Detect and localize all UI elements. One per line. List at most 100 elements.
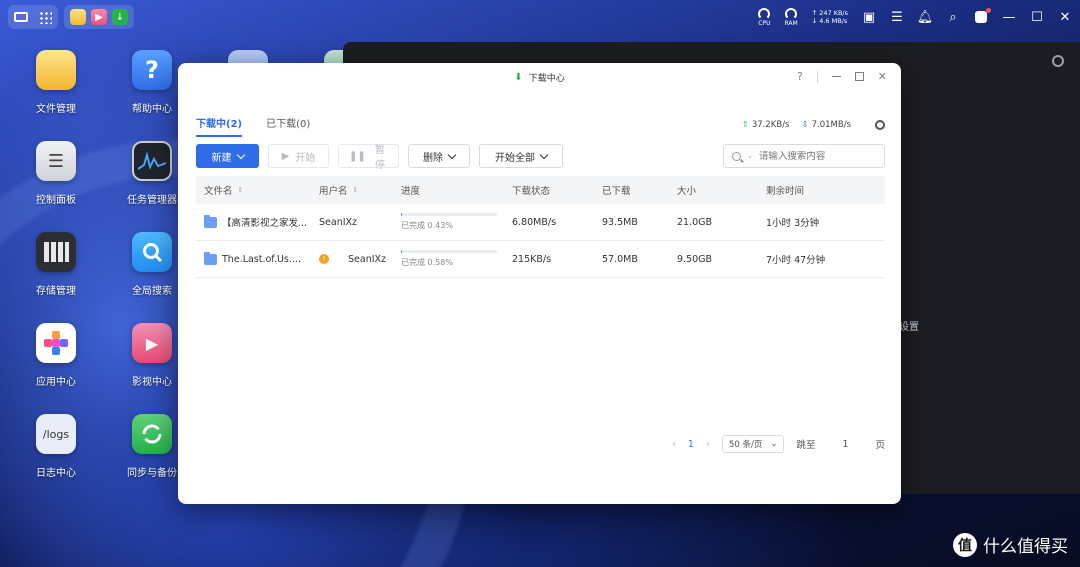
settings-list-icon[interactable]: ☰ [890, 10, 904, 25]
question-icon: ? [132, 50, 172, 90]
prev-page-icon[interactable]: ‹ [672, 439, 676, 450]
minimize-all-icon[interactable]: — [1002, 10, 1016, 25]
background-window-text: 设置 [899, 322, 919, 333]
taskbar-video-center-icon[interactable]: ▶ [91, 9, 107, 25]
chevron-down-icon: ⌄ [770, 439, 778, 449]
desktop-icon-control-panel[interactable]: ☰ 控制面板 [16, 141, 96, 206]
help-button[interactable]: ? [797, 70, 803, 83]
taskbar-file-manager-icon[interactable] [70, 9, 86, 25]
cpu-gauge-icon [758, 7, 771, 20]
upload-arrow-icon: ⇧ [741, 120, 749, 130]
maximize-button[interactable] [854, 72, 864, 81]
page-size-select[interactable]: 50 条/页 ⌄ [721, 435, 785, 453]
header-label: 用户名 [319, 186, 348, 197]
watermark: 值 什么值得买 [953, 532, 1068, 557]
file-name: The.Last.of.Us.... [222, 253, 301, 265]
progress-bar: 已完成 0.58% [401, 250, 497, 268]
divider [816, 70, 818, 83]
column-header-user[interactable]: 用户名 ⇕ [319, 183, 401, 197]
start-all-button[interactable]: 开始全部 [479, 144, 563, 168]
speed-summary: ⇧ 37.2KB/s ⇩ 7.01MB/s [742, 120, 885, 130]
desktop-switch[interactable] [8, 5, 58, 29]
network-speed[interactable]: ↑ 247 KB/s ↓ 4.6 MB/s [812, 9, 848, 25]
search-icon[interactable]: ⌕ [946, 10, 960, 25]
maximize-icon[interactable]: ☐ [1030, 10, 1044, 25]
close-button[interactable]: ✕ [878, 70, 887, 83]
progress-text: 已完成 0.58% [401, 258, 453, 267]
warning-icon[interactable]: ! [319, 254, 329, 264]
search-input[interactable] [758, 150, 869, 162]
sliders-icon: ☰ [36, 141, 76, 181]
taskbar-download-center-icon[interactable]: ↓ [112, 9, 128, 25]
next-page-icon[interactable]: › [706, 439, 710, 450]
page-number-current[interactable]: 1 [688, 439, 694, 450]
show-desktop-icon[interactable] [14, 12, 28, 22]
tab-downloading[interactable]: 下载中(2) [196, 115, 243, 137]
account-card-icon[interactable]: ▣ [862, 10, 876, 25]
notification-bell-icon[interactable]: 🔔︎ [917, 10, 934, 25]
start-button-label: 开始 [295, 152, 316, 164]
settings-gear-icon[interactable] [875, 120, 885, 130]
download-center-window: ⬇ 下载中心 ? ✕ 下载中(2) 已下载(0) ⇧ 37.2KB/s ⇩ 7.01… [178, 63, 901, 504]
search-field[interactable]: ⌄ [723, 144, 885, 168]
window-title: 下载中心 [528, 73, 565, 84]
new-button[interactable]: 新建 [196, 144, 259, 168]
column-header-remaining: 剩余时间 [766, 183, 885, 197]
desktop-icon-log-center[interactable]: /logs 日志中心 [16, 414, 96, 479]
table-row[interactable]: The.Last.of.Us.... ! SeanIXz 已完成 0.58% 21… [196, 241, 885, 278]
window-titlebar[interactable]: ⬇ 下载中心 ? ✕ [178, 63, 901, 91]
chevron-down-icon [539, 150, 549, 159]
ram-gauge[interactable]: RAM [784, 7, 798, 27]
cpu-gauge[interactable]: CPU [758, 7, 771, 27]
search-icon[interactable] [1052, 55, 1064, 67]
delete-button-label: 删除 [423, 152, 443, 164]
user-avatar-icon[interactable] [974, 8, 991, 24]
goto-label: 跳至 [796, 440, 816, 451]
net-up-speed: ↑ 247 KB/s [811, 9, 848, 17]
table-row[interactable]: 【高清影视之家发... SeanIXz 已完成 0.43% 6.80MB/s 9… [196, 204, 885, 241]
user-name: SeanIXz [319, 216, 358, 228]
user-name: SeanIXz [348, 253, 387, 265]
progress-text: 已完成 0.43% [401, 221, 453, 230]
desktop-icon-file-manager[interactable]: 文件管理 [16, 50, 96, 115]
start-all-button-label: 开始全部 [495, 152, 535, 164]
start-button[interactable]: ▶ 开始 [268, 144, 329, 168]
close-icon[interactable]: ✕ [1058, 10, 1072, 25]
storage-drives-icon [36, 232, 76, 272]
chevron-down-icon [447, 150, 457, 159]
desktop-icon-app-center[interactable]: 应用中心 [16, 323, 96, 388]
apps-grid-icon[interactable] [39, 10, 52, 24]
download-icon: ⬇ [514, 71, 523, 83]
folder-icon [204, 251, 217, 265]
pause-button[interactable]: ❚❚ 暂停 [338, 144, 399, 171]
sort-icon[interactable]: ⇕ [353, 186, 359, 194]
page-unit-label: 页 [875, 440, 885, 451]
column-header-filename[interactable]: 文件名 ⇕ [196, 183, 319, 197]
desktop-icon-label: 影视中心 [132, 377, 172, 388]
watermark-logo: 值 [953, 532, 977, 557]
folder-icon [204, 214, 217, 228]
file-size: 21.0GB [677, 216, 713, 228]
goto-page-input[interactable]: 1 [827, 439, 863, 450]
header-label: 下载状态 [512, 186, 551, 197]
progress-fill [401, 213, 402, 216]
download-status: 6.80MB/s [512, 216, 557, 228]
delete-button[interactable]: 删除 [408, 144, 470, 168]
download-speed-value: 7.01MB/s [811, 120, 851, 130]
notification-dot [986, 8, 991, 13]
activity-chart-icon [132, 141, 172, 181]
new-button-label: 新建 [211, 152, 232, 164]
desktop-icon-label: 存储管理 [36, 286, 76, 297]
desktop-icon-storage[interactable]: 存储管理 [16, 232, 96, 297]
ram-gauge-icon [785, 7, 798, 20]
download-status: 215KB/s [512, 253, 552, 265]
minimize-button[interactable] [831, 75, 841, 78]
file-name: 【高清影视之家发... [222, 218, 308, 229]
header-label: 进度 [401, 186, 421, 197]
pause-button-label: 暂停 [374, 145, 385, 171]
remaining-time: 7小时 47分钟 [766, 255, 826, 266]
chevron-down-icon[interactable]: ⌄ [747, 152, 753, 160]
sort-icon[interactable]: ⇕ [238, 186, 244, 194]
magnifier-icon [132, 232, 172, 272]
tab-downloaded[interactable]: 已下载(0) [266, 115, 310, 137]
